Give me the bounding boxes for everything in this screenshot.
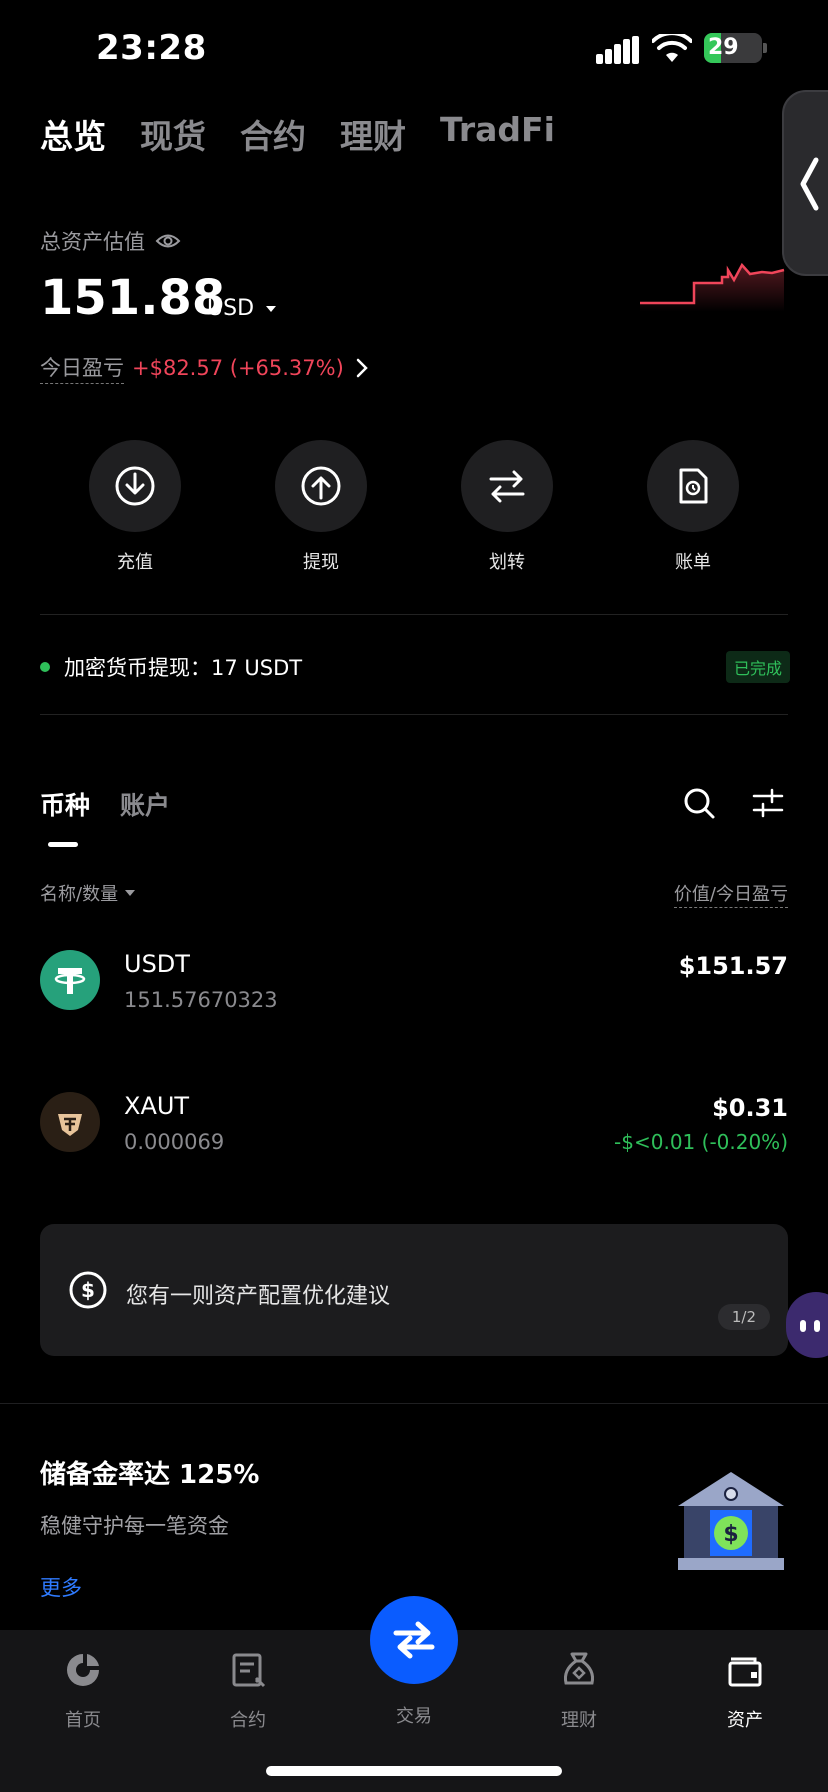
dollar-circle-icon: $ xyxy=(69,1271,107,1309)
xaut-logo-icon xyxy=(40,1092,100,1152)
nav-futures-label: 合约 xyxy=(230,1710,266,1731)
total-assets-value: 151.88 xyxy=(40,270,226,326)
nav-earn-label: 理财 xyxy=(561,1710,597,1731)
svg-text:$: $ xyxy=(81,1278,95,1302)
withdraw-label: 提现 xyxy=(303,552,339,573)
search-icon[interactable] xyxy=(682,786,716,820)
status-dot xyxy=(40,662,50,672)
tab-coins[interactable]: 币种 xyxy=(40,786,90,822)
reserve-more-link[interactable]: 更多 xyxy=(40,1572,82,1602)
home-icon xyxy=(67,1654,99,1686)
coin-tabs: 币种 账户 xyxy=(40,786,170,822)
column-value-pnl[interactable]: 价值/今日盈亏 xyxy=(673,880,788,908)
signal-icon xyxy=(596,36,640,64)
swap-icon xyxy=(393,1621,435,1659)
wallet-icon xyxy=(728,1657,762,1687)
column-name-qty-label: 名称/数量 xyxy=(40,884,119,905)
divider xyxy=(40,714,788,715)
withdraw-button[interactable]: 提现 xyxy=(273,440,369,574)
tab-overview[interactable]: 总览 xyxy=(40,110,106,158)
coin-quantity: 0.000069 xyxy=(124,1130,225,1154)
home-indicator xyxy=(266,1766,562,1776)
battery-tip xyxy=(763,43,767,53)
currency-label: USD xyxy=(207,296,255,321)
chevron-right-icon xyxy=(356,358,368,378)
caret-down-icon xyxy=(125,890,136,896)
divider xyxy=(40,614,788,615)
status-badge: 已完成 xyxy=(726,651,791,683)
tab-tradfi[interactable]: TradFi xyxy=(440,110,555,158)
bank-illustration-icon: $ xyxy=(678,1472,784,1570)
transfer-icon xyxy=(489,470,525,503)
transfer-button[interactable]: 划转 xyxy=(459,440,555,574)
top-tabs: 总览 现货 合约 理财 TradFi xyxy=(40,110,555,158)
trade-button[interactable] xyxy=(370,1596,458,1684)
nav-assets[interactable]: 资产 xyxy=(695,1650,795,1732)
tab-underline xyxy=(48,842,78,847)
withdraw-notice[interactable]: 加密货币提现：17 USDT xyxy=(40,652,302,682)
futures-icon xyxy=(232,1653,266,1688)
asset-sparkline xyxy=(640,262,785,312)
suggestion-card[interactable]: $ 您有一则资产配置优化建议 1/2 xyxy=(40,1224,788,1356)
today-pnl-value: +$82.57 (+65.37%) xyxy=(132,356,344,380)
coin-value: $151.57 xyxy=(678,952,788,980)
section-divider xyxy=(0,1403,828,1404)
nav-home-label: 首页 xyxy=(65,1710,101,1731)
column-name-qty[interactable]: 名称/数量 xyxy=(40,880,136,906)
nav-home[interactable]: 首页 xyxy=(33,1650,133,1732)
currency-selector[interactable]: USD xyxy=(207,296,278,321)
reserve-subtitle: 稳健守护每一笔资金 xyxy=(40,1514,229,1538)
nav-trade-label: 交易 xyxy=(396,1706,432,1727)
tab-earn[interactable]: 理财 xyxy=(340,110,406,158)
coin-quantity: 151.57670323 xyxy=(124,988,278,1012)
nav-assets-label: 资产 xyxy=(727,1710,763,1731)
deposit-button[interactable]: 充值 xyxy=(87,440,183,574)
bill-button[interactable]: 账单 xyxy=(645,440,741,574)
suggestion-text: 您有一则资产配置优化建议 xyxy=(126,1284,391,1309)
coin-name: XAUT xyxy=(124,1092,190,1120)
notice-text: 加密货币提现：17 USDT xyxy=(64,656,303,680)
suggestion-pager: 1/2 xyxy=(717,1304,770,1330)
svg-text:$: $ xyxy=(723,1522,738,1547)
transfer-label: 划转 xyxy=(489,552,525,573)
bill-icon xyxy=(679,468,708,504)
withdraw-icon xyxy=(301,466,341,506)
status-time: 23:28 xyxy=(96,28,207,68)
total-assets-label-text: 总资产估值 xyxy=(40,230,145,254)
tab-spot[interactable]: 现货 xyxy=(140,110,206,158)
deposit-label: 充值 xyxy=(117,552,153,573)
side-panel-handle[interactable] xyxy=(782,90,828,276)
money-bag-icon xyxy=(564,1652,594,1685)
bill-label: 账单 xyxy=(675,552,711,573)
coin-pnl: -$<0.01 (-0.20%) xyxy=(614,1130,788,1154)
list-item[interactable]: XAUT 0.000069 $0.31 -$<0.01 (-0.20%) xyxy=(0,1072,828,1192)
list-item[interactable]: USDT 151.57670323 $151.57 xyxy=(0,930,828,1050)
tab-futures[interactable]: 合约 xyxy=(240,110,306,158)
caret-down-icon xyxy=(266,305,277,312)
assistant-bubble[interactable] xyxy=(786,1292,828,1358)
chevron-left-icon xyxy=(800,157,819,211)
battery-icon: 29 xyxy=(704,33,762,63)
today-pnl[interactable]: 今日盈亏 +$82.57 (+65.37%) xyxy=(40,352,372,384)
tab-accounts[interactable]: 账户 xyxy=(120,786,170,822)
usdt-logo-icon xyxy=(40,950,100,1010)
eye-icon[interactable] xyxy=(155,232,181,250)
today-pnl-label: 今日盈亏 xyxy=(40,352,124,384)
battery-level: 29 xyxy=(708,35,739,60)
coin-name: USDT xyxy=(124,950,190,978)
total-assets-label: 总资产估值 xyxy=(40,226,181,256)
wifi-icon xyxy=(651,31,693,64)
filter-icon[interactable] xyxy=(752,788,784,818)
nav-futures[interactable]: 合约 xyxy=(198,1650,298,1732)
coin-value: $0.31 xyxy=(712,1094,788,1122)
nav-earn[interactable]: 理财 xyxy=(529,1650,629,1732)
deposit-icon xyxy=(115,466,155,506)
reserve-title: 储备金率达 125% xyxy=(40,1460,260,1490)
